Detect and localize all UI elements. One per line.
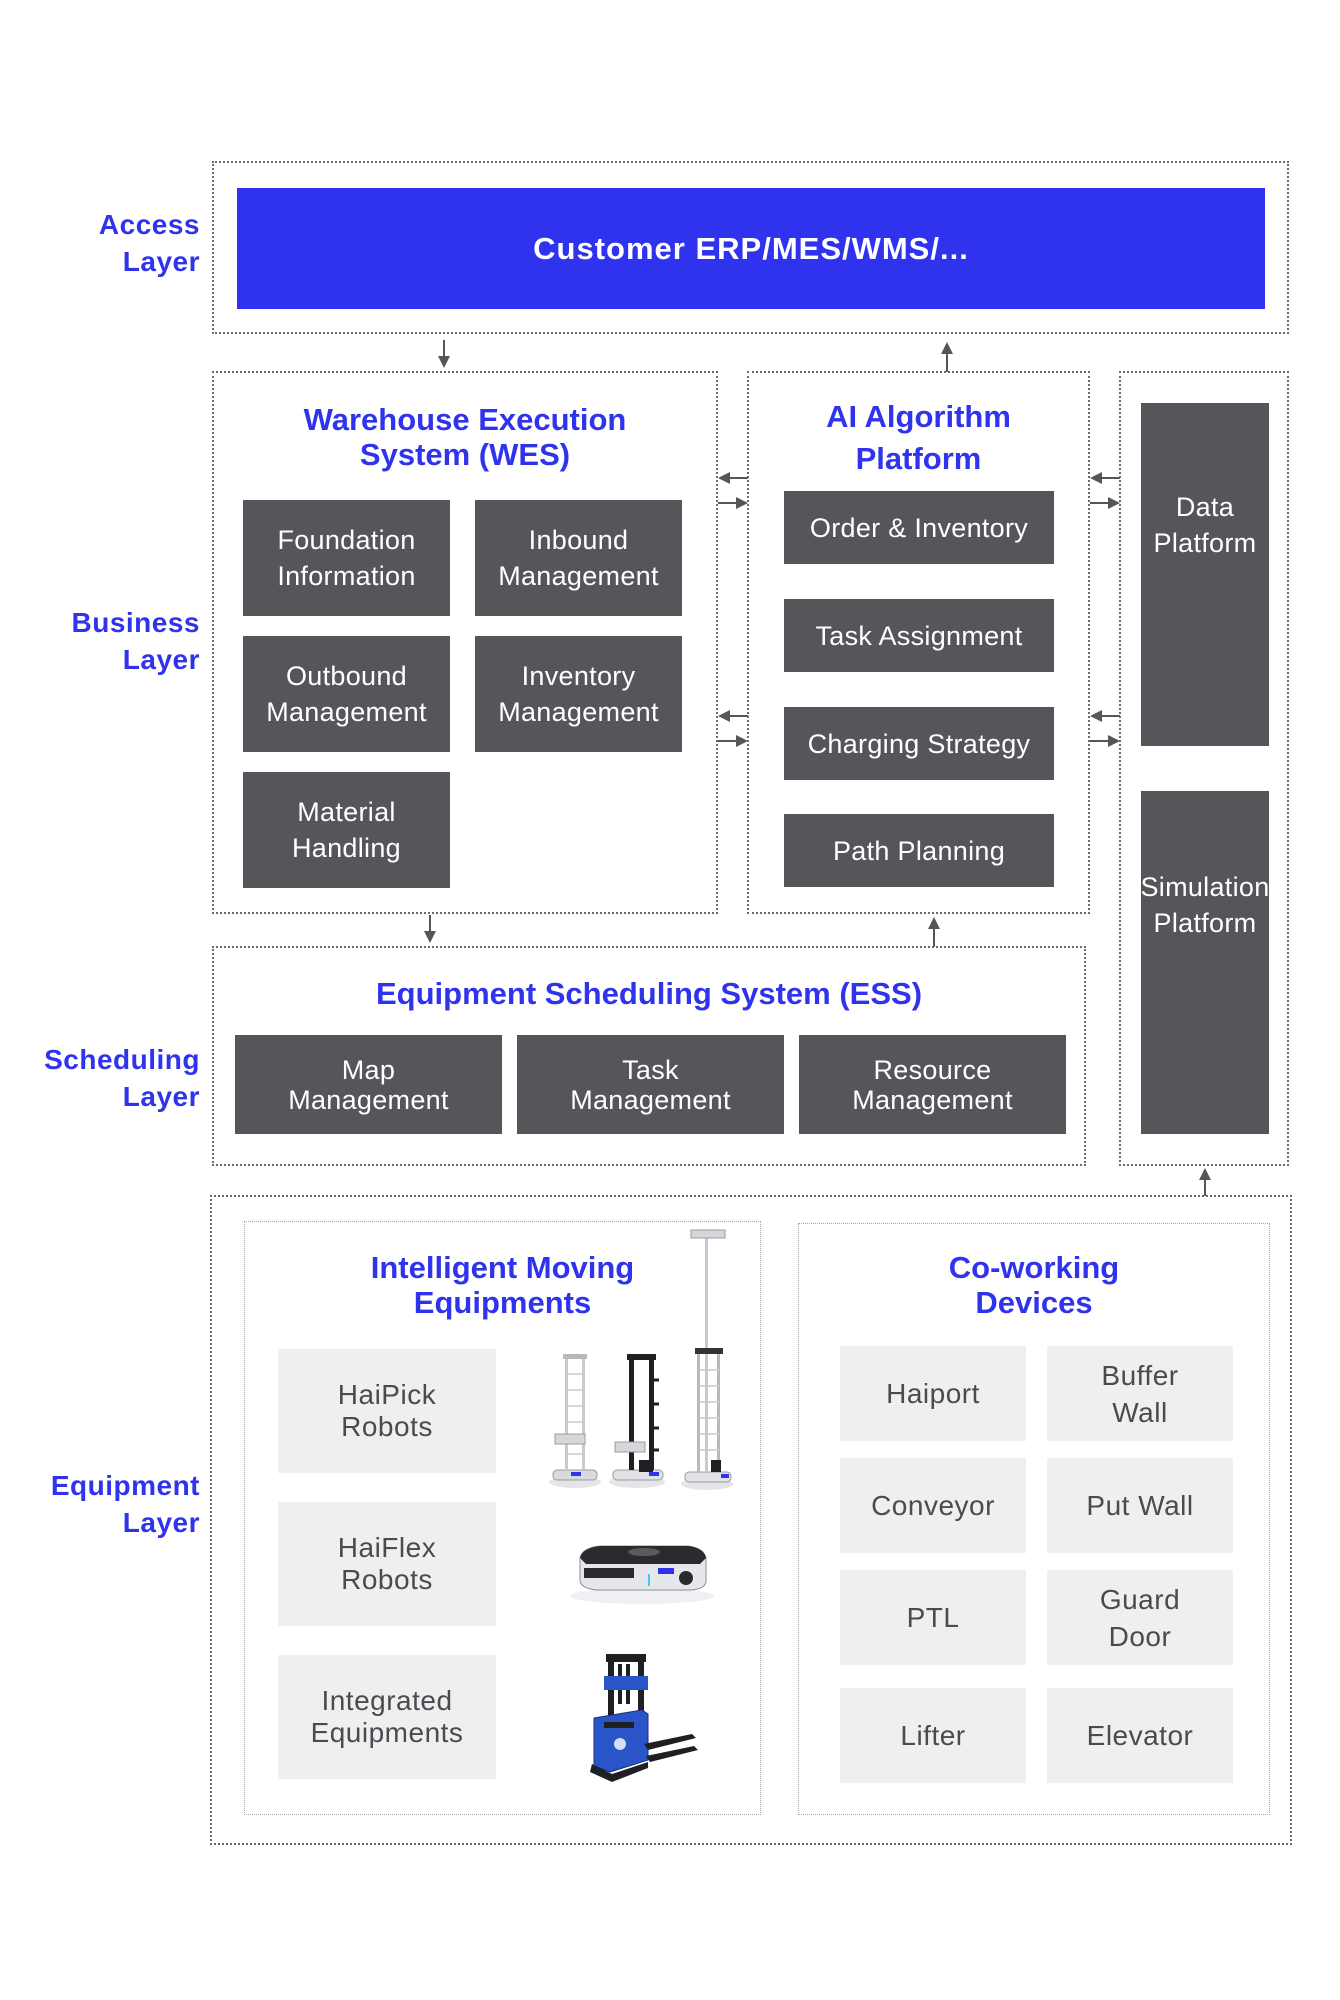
ai-module-path-planning: Path Planning xyxy=(784,814,1054,887)
device-lifter: Lifter xyxy=(840,1688,1026,1783)
arrow-up-icon xyxy=(941,342,953,372)
wes-module-inbound-management: Inbound Management xyxy=(475,500,682,616)
device-put-wall: Put Wall xyxy=(1047,1458,1233,1553)
ess-module-task-management: Task Management xyxy=(517,1035,784,1134)
wes-module-inventory-management: Inventory Management xyxy=(475,636,682,752)
device-conveyor: Conveyor xyxy=(840,1458,1026,1553)
bidirectional-arrow-icon xyxy=(1090,710,1120,747)
equipment-item-haipick-robots: HaiPick Robots xyxy=(278,1349,496,1473)
business-layer-label: Business Layer xyxy=(71,607,200,675)
arrow-down-icon xyxy=(438,340,450,368)
wes-module-material-handling: Material Handling xyxy=(243,772,450,888)
device-elevator: Elevator xyxy=(1047,1688,1233,1783)
bidirectional-arrow-icon xyxy=(718,472,748,509)
device-guard-door: Guard Door xyxy=(1047,1570,1233,1665)
scheduling-layer-label: Scheduling Layer xyxy=(44,1044,200,1112)
ai-module-charging-strategy: Charging Strategy xyxy=(784,707,1054,780)
ess-module-map-management: Map Management xyxy=(235,1035,502,1134)
wes-module-foundation-information: Foundation Information xyxy=(243,500,450,616)
haiflex-robot-icon xyxy=(570,1545,714,1604)
access-layer-label: Access Layer xyxy=(98,209,200,277)
coworking-devices-title: Co-working Devices xyxy=(948,1250,1120,1320)
wes-module-outbound-management: Outbound Management xyxy=(243,636,450,752)
bidirectional-arrow-icon xyxy=(718,710,748,747)
equipment-item-integrated-equipments: Integrated Equipments xyxy=(278,1655,496,1779)
wes-title: Warehouse Execution System (WES) xyxy=(303,402,627,472)
arrow-down-icon xyxy=(424,915,436,943)
customer-systems-block: Customer ERP/MES/WMS/... xyxy=(237,188,1265,309)
ai-module-task-assignment: Task Assignment xyxy=(784,599,1054,672)
haipick-robots-icon xyxy=(549,1229,733,1490)
bidirectional-arrow-icon xyxy=(1090,472,1120,509)
ess-title: Equipment Scheduling System (ESS) xyxy=(375,976,923,1011)
device-ptl: PTL xyxy=(840,1570,1026,1665)
customer-systems-label: Customer ERP/MES/WMS/... xyxy=(533,230,969,266)
ai-algorithm-title: AI Algorithm Platform xyxy=(826,399,1011,476)
equipment-item-haiflex-robots: HaiFlex Robots xyxy=(278,1502,496,1626)
device-haiport: Haiport xyxy=(840,1346,1026,1441)
ai-module-order-inventory: Order & Inventory xyxy=(784,491,1054,564)
equipment-layer-label: Equipment Layer xyxy=(50,1470,200,1538)
arrow-up-icon xyxy=(1199,1168,1211,1196)
data-platform-block: Data Platform xyxy=(1141,403,1269,746)
ess-module-resource-management: Resource Management xyxy=(799,1035,1066,1134)
device-buffer-wall: Buffer Wall xyxy=(1047,1346,1233,1441)
forklift-robot-icon xyxy=(590,1654,698,1782)
arrow-up-icon xyxy=(928,917,940,947)
simulation-platform-block: Simulation Platform xyxy=(1141,791,1269,1134)
